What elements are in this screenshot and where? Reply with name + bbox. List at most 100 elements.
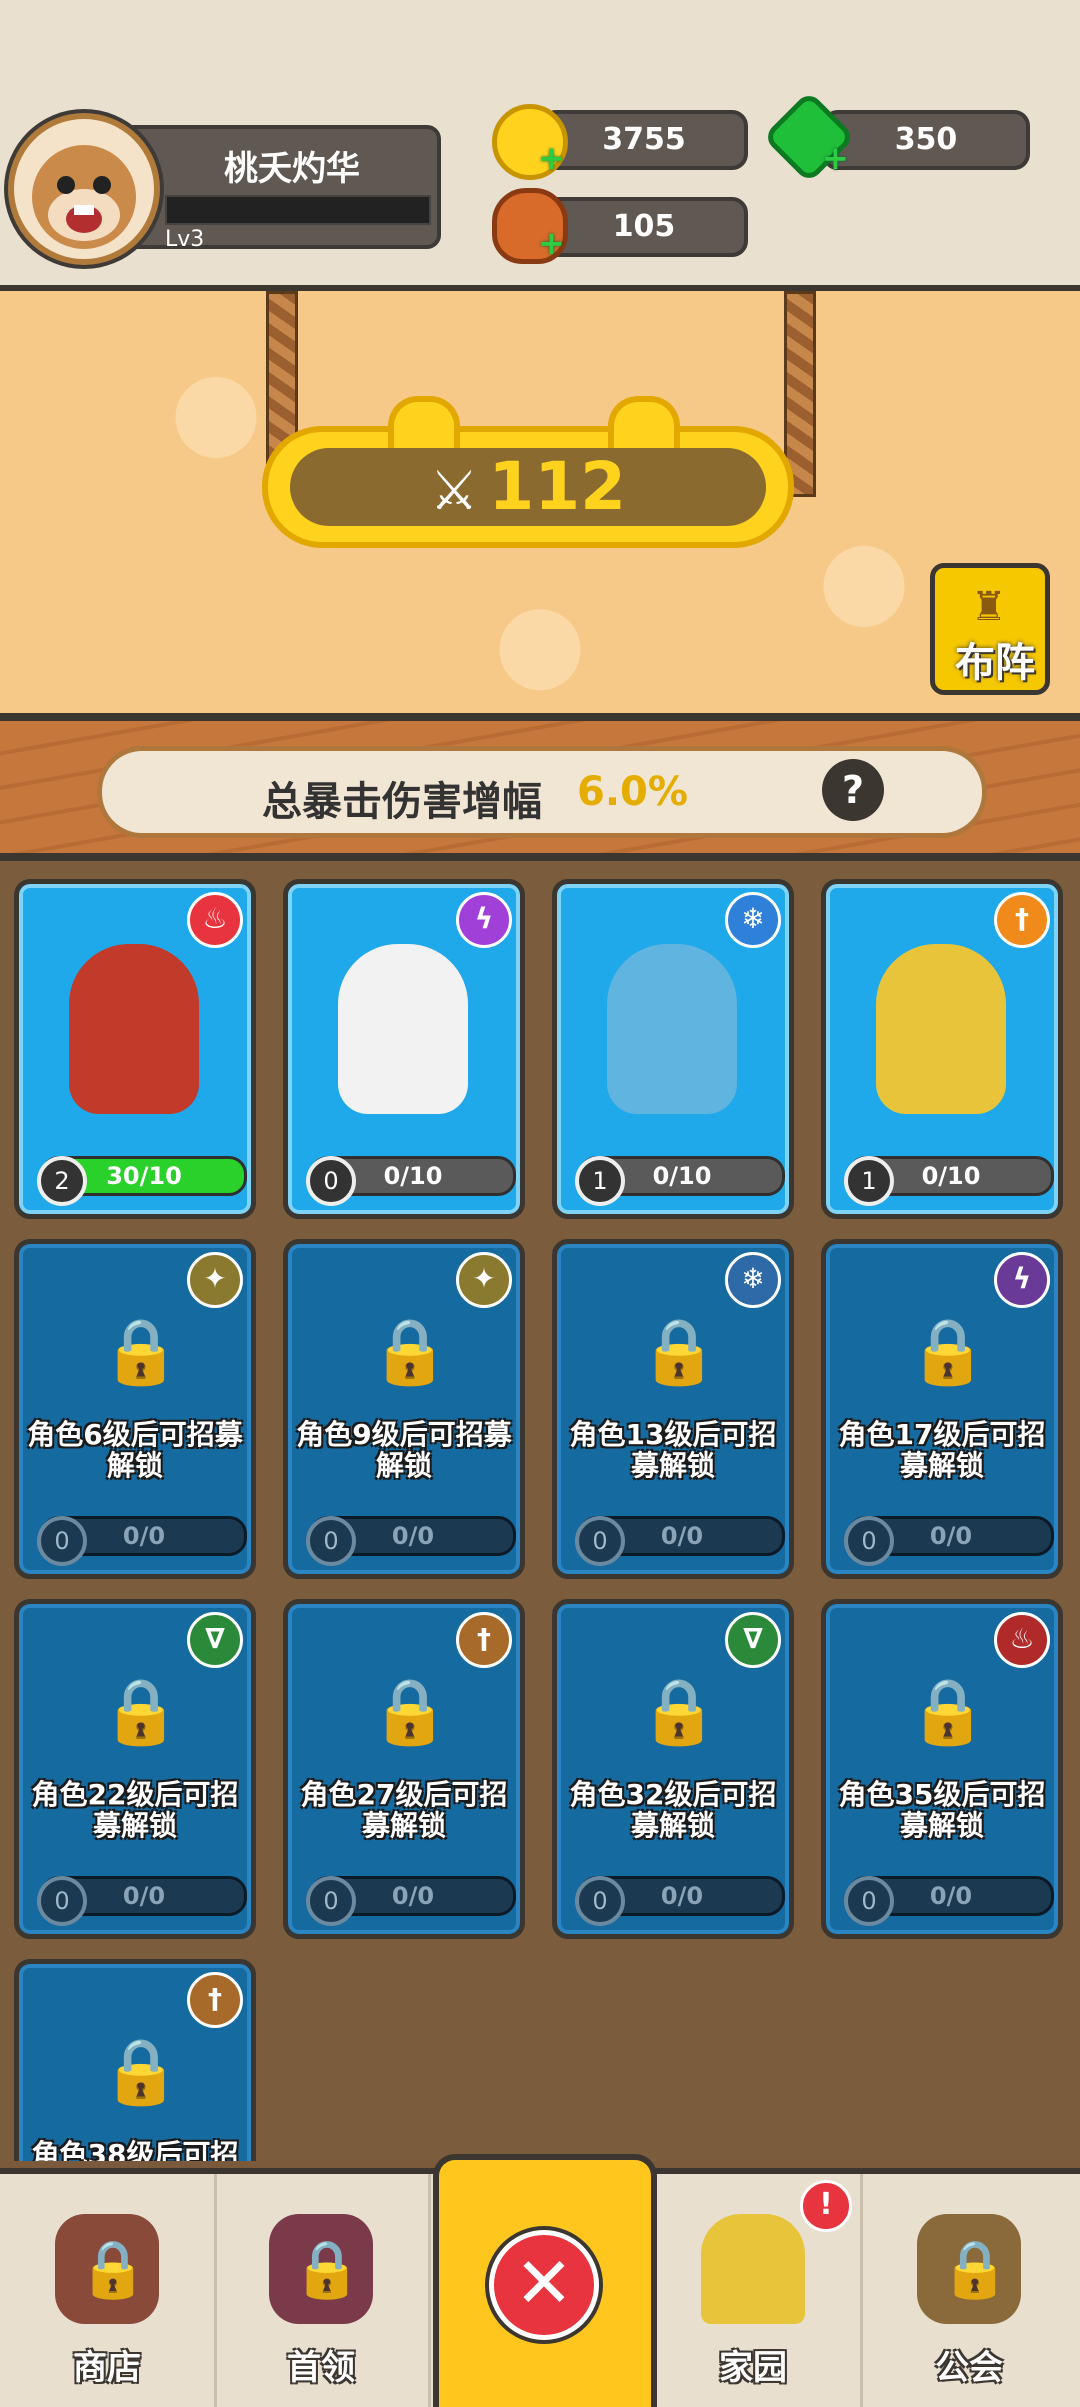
nav-leader[interactable]: 🔒 首领 bbox=[214, 2174, 431, 2407]
crit-band: 总暴击伤害增幅 6.0% ? bbox=[0, 721, 1080, 861]
combat-power-display: ⚔ 112 bbox=[290, 448, 766, 526]
deploy-icon: ♜ bbox=[971, 584, 1007, 630]
help-button[interactable]: ? bbox=[822, 759, 884, 821]
sign-ear-left bbox=[388, 396, 460, 452]
sign-ear-right bbox=[608, 396, 680, 452]
locked-hero-card[interactable]: ✦ 🔒 角色9级后可招募解锁 0/0 0 bbox=[283, 1239, 525, 1579]
lock-icon: 🔒 bbox=[908, 1675, 988, 1749]
crit-value: 6.0% bbox=[577, 769, 688, 815]
nav-guild-label: 公会 bbox=[935, 2348, 1003, 2388]
ice-icon: ❄ bbox=[725, 1252, 781, 1308]
lightning-icon: ϟ bbox=[994, 1252, 1050, 1308]
nav-close-tab[interactable]: ✕ bbox=[433, 2154, 657, 2407]
hero-grid: ♨ 30/10 2 ϟ 0/10 0 ❄ 0/10 1 † 0/10 1 ✦ 🔒… bbox=[0, 861, 1080, 2161]
lightning-icon: ϟ bbox=[456, 892, 512, 948]
nav-guild[interactable]: 🔒 公会 bbox=[862, 2174, 1076, 2407]
hero-level: 0 bbox=[37, 1876, 87, 1926]
lock-icon: 🔒 bbox=[292, 2237, 362, 2302]
combat-power-sign: ⚔ 112 bbox=[262, 396, 794, 548]
lock-icon: 🔒 bbox=[639, 1675, 719, 1749]
unlock-requirement: 角色9级后可招募解锁 bbox=[296, 1418, 512, 1482]
locked-hero-card[interactable]: ϟ 🔒 角色17级后可招募解锁 0/0 0 bbox=[821, 1239, 1063, 1579]
hero-card[interactable]: † 0/10 1 bbox=[821, 879, 1063, 1219]
top-bar: 桃夭灼华 Lv3 3755 + 350 + 105 + bbox=[0, 0, 1080, 291]
lock-icon: 🔒 bbox=[101, 1315, 181, 1389]
fire-icon: ♨ bbox=[994, 1612, 1050, 1668]
crit-bonus-pill: 总暴击伤害增幅 6.0% ? bbox=[97, 746, 987, 838]
gold-counter[interactable]: 3755 bbox=[540, 110, 748, 170]
locked-hero-card[interactable]: ∇ 🔒 角色32级后可招募解锁 0/0 0 bbox=[552, 1599, 794, 1939]
unlock-requirement: 角色38级后可招 bbox=[31, 2138, 239, 2161]
locked-hero-card[interactable]: ✦ 🔒 角色6级后可招募解锁 0/0 0 bbox=[14, 1239, 256, 1579]
unlock-requirement: 角色35级后可招募解锁 bbox=[838, 1778, 1046, 1842]
nav-leader-label: 首领 bbox=[287, 2348, 355, 2388]
hero-card[interactable]: ❄ 0/10 1 bbox=[552, 879, 794, 1219]
unlock-requirement: 角色13级后可招募解锁 bbox=[569, 1418, 777, 1482]
hero-level: 1 bbox=[575, 1156, 625, 1206]
wind-icon: ∇ bbox=[725, 1612, 781, 1668]
nav-shop[interactable]: 🔒 商店 bbox=[0, 2174, 217, 2407]
star-icon: ✦ bbox=[456, 1252, 512, 1308]
lock-icon: 🔒 bbox=[101, 1675, 181, 1749]
add-gem-icon[interactable]: + bbox=[822, 142, 849, 174]
acorn-counter[interactable]: 105 bbox=[540, 197, 748, 257]
hero-portrait bbox=[338, 944, 468, 1114]
unlock-requirement: 角色22级后可招募解锁 bbox=[31, 1778, 239, 1842]
sword-icon: † bbox=[994, 892, 1050, 948]
ice-icon: ❄ bbox=[725, 892, 781, 948]
alert-icon: ! bbox=[800, 2180, 852, 2232]
unlock-requirement: 角色27级后可招募解锁 bbox=[300, 1778, 508, 1842]
locked-hero-card[interactable]: ❄ 🔒 角色13级后可招募解锁 0/0 0 bbox=[552, 1239, 794, 1579]
hero-portrait bbox=[876, 944, 1006, 1114]
unlock-requirement: 角色6级后可招募解锁 bbox=[27, 1418, 243, 1482]
sword-icon: † bbox=[187, 1972, 243, 2028]
locked-hero-card[interactable]: ∇ 🔒 角色22级后可招募解锁 0/0 0 bbox=[14, 1599, 256, 1939]
hero-level: 0 bbox=[306, 1876, 356, 1926]
hero-level: 0 bbox=[37, 1516, 87, 1566]
hero-level: 2 bbox=[37, 1156, 87, 1206]
player-profile[interactable]: 桃夭灼华 Lv3 bbox=[8, 113, 441, 265]
lock-icon: 🔒 bbox=[101, 2035, 181, 2109]
hero-level: 0 bbox=[306, 1516, 356, 1566]
unlock-requirement: 角色17级后可招募解锁 bbox=[838, 1418, 1046, 1482]
hero-level: 0 bbox=[844, 1516, 894, 1566]
deploy-label: 布阵 bbox=[955, 640, 1035, 686]
lock-icon: 🔒 bbox=[78, 2237, 148, 2302]
hero-card[interactable]: ♨ 30/10 2 bbox=[14, 879, 256, 1219]
hero-level: 1 bbox=[844, 1156, 894, 1206]
sword-icon: ⚔ bbox=[429, 459, 479, 522]
lock-icon: 🔒 bbox=[370, 1315, 450, 1389]
star-icon: ✦ bbox=[187, 1252, 243, 1308]
hero-level: 0 bbox=[575, 1516, 625, 1566]
gem-counter[interactable]: 350 bbox=[822, 110, 1030, 170]
nav-shop-label: 商店 bbox=[73, 2348, 141, 2388]
combat-power-value: 112 bbox=[488, 448, 627, 525]
beaver-avatar-icon[interactable] bbox=[8, 113, 160, 265]
fire-icon: ♨ bbox=[187, 892, 243, 948]
player-level: Lv3 bbox=[165, 227, 205, 252]
deploy-button[interactable]: ♜ 布阵 bbox=[930, 563, 1050, 695]
add-acorn-icon[interactable]: + bbox=[538, 227, 565, 259]
nav-home-label: 家园 bbox=[719, 2348, 787, 2388]
player-name: 桃夭灼华 bbox=[224, 149, 360, 189]
close-icon[interactable]: ✕ bbox=[489, 2230, 599, 2340]
sword-icon: † bbox=[456, 1612, 512, 1668]
hero-card[interactable]: ϟ 0/10 0 bbox=[283, 879, 525, 1219]
hero-portrait bbox=[607, 944, 737, 1114]
lock-icon: 🔒 bbox=[370, 1675, 450, 1749]
locked-hero-card[interactable]: † 🔒 角色38级后可招 bbox=[14, 1959, 256, 2161]
unlock-requirement: 角色32级后可招募解锁 bbox=[569, 1778, 777, 1842]
hero-level: 0 bbox=[575, 1876, 625, 1926]
hero-portrait bbox=[69, 944, 199, 1114]
crit-label: 总暴击伤害增幅 bbox=[262, 779, 542, 825]
lock-icon: 🔒 bbox=[639, 1315, 719, 1389]
home-icon bbox=[701, 2214, 805, 2324]
xp-bar bbox=[165, 195, 431, 225]
lock-icon: 🔒 bbox=[940, 2237, 1010, 2302]
wind-icon: ∇ bbox=[187, 1612, 243, 1668]
hero-level: 0 bbox=[844, 1876, 894, 1926]
add-gold-icon[interactable]: + bbox=[538, 142, 565, 174]
locked-hero-card[interactable]: † 🔒 角色27级后可招募解锁 0/0 0 bbox=[283, 1599, 525, 1939]
locked-hero-card[interactable]: ♨ 🔒 角色35级后可招募解锁 0/0 0 bbox=[821, 1599, 1063, 1939]
hero-level: 0 bbox=[306, 1156, 356, 1206]
